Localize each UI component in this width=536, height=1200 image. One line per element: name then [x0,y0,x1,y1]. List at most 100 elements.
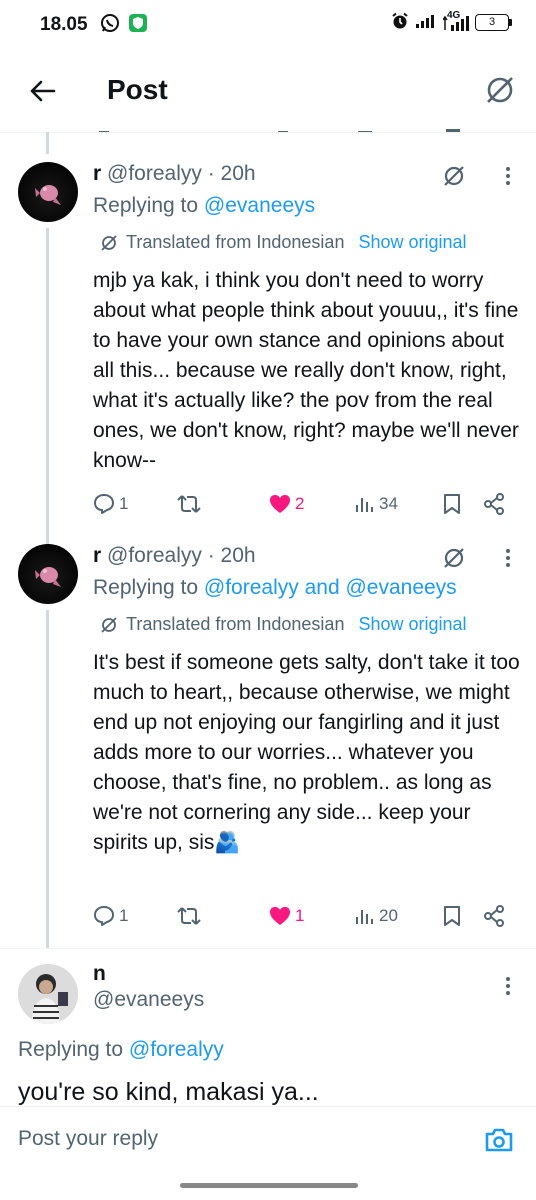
replying-label: Replying to [93,194,204,217]
camera-icon [485,1128,513,1152]
repost-button[interactable] [177,490,201,518]
view-count: 20 [379,906,398,925]
previous-tweet-actions-partial [93,124,513,132]
view-count: 34 [379,494,398,513]
translation-notice: Translated from Indonesian Show original [100,614,467,635]
grok-icon [101,616,117,633]
tweet-divider [0,948,536,949]
bookmark-button[interactable] [443,902,461,930]
tweet-actions: 1 1 20 [93,902,513,930]
like-button[interactable]: 2 [269,490,304,518]
grok-button[interactable] [482,72,518,108]
replying-handle-link[interactable]: @forealyy and @evaneeys [204,576,457,599]
battery-level: 3 [475,14,509,31]
tweet-text: you're so kind, makasi ya... [18,1078,319,1106]
alarm-icon [391,12,409,33]
display-name[interactable]: n [93,962,106,986]
repost-icon [177,495,201,513]
display-name[interactable]: r [93,544,101,567]
grok-button[interactable] [440,544,468,572]
translated-label: Translated from Indonesian [126,232,345,252]
tweet-text: It's best if someone gets salty, don't t… [93,651,520,854]
share-button[interactable] [483,902,505,930]
user-handle[interactable]: @forealyy [107,162,202,185]
reply-icon [94,494,114,514]
status-time: 18.05 [40,14,88,35]
replying-to: Replying to @forealyy and @evaneeys [93,576,457,600]
status-system-icons: 4G 3 [391,9,512,33]
more-options-button[interactable] [498,972,518,1000]
tweet-actions: 1 2 34 [93,490,513,518]
grok-icon [444,548,464,568]
fish-avatar-image [35,567,61,587]
reply-count: 1 [119,906,129,925]
display-name[interactable]: r [93,162,101,185]
user-handle[interactable]: @forealyy [107,544,202,567]
grok-button[interactable] [440,162,468,190]
tweet-time: · 20h [207,162,256,185]
back-button[interactable] [22,74,62,108]
bookmark-icon [444,494,460,514]
share-button[interactable] [483,490,505,518]
avatar[interactable] [18,964,78,1024]
reply-button[interactable]: 1 [93,902,128,930]
repost-icon [177,907,201,925]
avatar[interactable] [18,162,78,222]
replying-handle-link[interactable]: @evaneeys [204,194,315,217]
more-vertical-icon [506,167,510,185]
share-icon [484,905,504,927]
replying-label: Replying to [93,576,204,599]
views-chart-icon [356,910,373,924]
avatar[interactable] [18,544,78,604]
heart-filled-icon [270,907,290,925]
like-count: 1 [295,906,305,925]
like-count: 2 [295,494,305,513]
more-vertical-icon [506,549,510,567]
more-vertical-icon [506,977,510,995]
repost-button[interactable] [177,902,201,930]
tweet[interactable]: r @forealyy · 20h Replying to @forealyy … [0,544,536,934]
fish-avatar-image [35,185,61,205]
user-handle[interactable]: @evaneeys [93,988,204,1012]
whatsapp-icon [100,13,120,38]
more-options-button[interactable] [498,162,518,190]
reply-count: 1 [119,494,129,513]
reply-composer-bar: Post your reply [0,1106,536,1176]
top-navigation-bar: Post [0,60,536,124]
views-button[interactable]: 20 [355,902,398,930]
header-divider [0,132,536,133]
tweet-header: r @forealyy · 20h [93,544,256,568]
replying-label: Replying to [18,1038,129,1061]
wifi-signal-icon [415,13,437,32]
reply-button[interactable]: 1 [93,490,128,518]
status-notification-icons [100,13,148,38]
replying-handle-link[interactable]: @forealyy [129,1038,224,1061]
tweet[interactable]: n @evaneeys Replying to @forealyy you're… [0,962,536,1106]
camera-button[interactable] [482,1123,516,1157]
show-original-link[interactable]: Show original [358,614,466,635]
views-button[interactable]: 34 [355,490,398,518]
tweet[interactable]: r @forealyy · 20h Replying to @evaneeys … [0,162,536,532]
arrow-left-icon [30,80,56,102]
grok-icon [101,234,117,251]
views-chart-icon [356,498,373,512]
more-options-button[interactable] [498,544,518,572]
tweet-header: r @forealyy · 20h [93,162,256,186]
grok-icon [487,77,513,103]
tweet-text: mjb ya kak, i think you don't need to wo… [93,269,519,472]
heart-filled-icon [270,495,290,513]
reply-input[interactable]: Post your reply [18,1127,158,1151]
show-original-link[interactable]: Show original [358,232,466,253]
thread-line [46,132,49,154]
bookmark-button[interactable] [443,490,461,518]
replying-to: Replying to @forealyy [18,1038,224,1062]
home-indicator [180,1183,358,1188]
network-type: 4G [447,9,461,21]
like-button[interactable]: 1 [269,902,304,930]
translated-label: Translated from Indonesian [126,614,345,634]
bookmark-icon [444,906,460,926]
status-bar: 18.05 4G 3 [0,0,536,48]
translation-notice: Translated from Indonesian Show original [100,232,467,253]
battery-icon: 3 [475,14,512,31]
replying-to: Replying to @evaneeys [93,194,315,218]
